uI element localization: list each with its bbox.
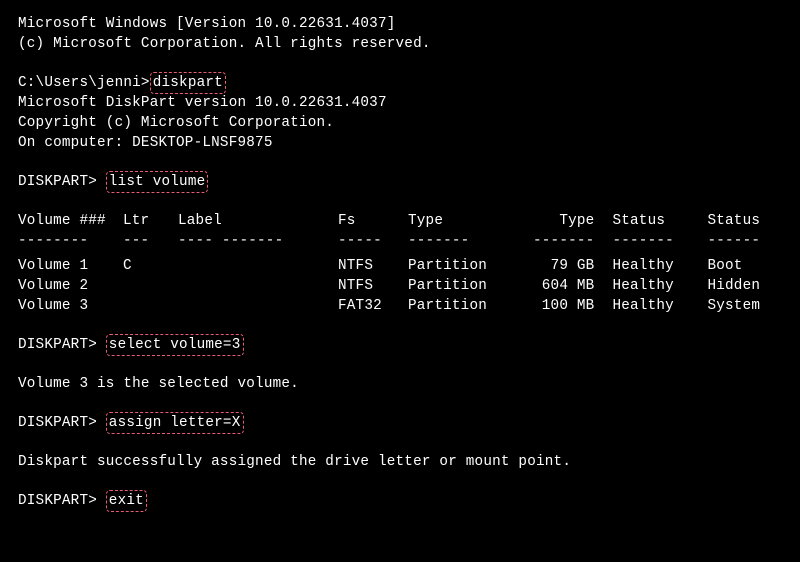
command-exit: exit <box>106 490 147 512</box>
diskpart-copyright: Copyright (c) Microsoft Corporation. <box>18 113 782 133</box>
prompt-assign-letter: DISKPART> assign letter=X <box>18 413 782 433</box>
col-volume: Volume ### <box>18 211 123 231</box>
table-row: Volume 1 C NTFS Partition 79 GB Healthy … <box>18 256 760 276</box>
cell-type1: Partition <box>408 256 533 276</box>
cell-label <box>178 276 338 296</box>
volume-table: Volume ### Ltr Label Fs Type Type Status… <box>18 211 760 316</box>
col-type1: Type <box>408 211 533 231</box>
prompt-prefix: DISKPART> <box>18 174 106 190</box>
cell-label <box>178 296 338 316</box>
command-select-volume: select volume=3 <box>106 334 244 356</box>
cell-ltr: C <box>123 256 178 276</box>
cell-status2: Hidden <box>707 276 760 296</box>
cell-fs: NTFS <box>338 256 408 276</box>
prompt-exit: DISKPART> exit <box>18 491 782 511</box>
col-label: Label <box>178 211 338 231</box>
cell-volume: Volume 1 <box>18 256 123 276</box>
prompt-list-volume: DISKPART> list volume <box>18 172 782 192</box>
prompt-select-volume: DISKPART> select volume=3 <box>18 335 782 355</box>
table-dash-row: -------- --- ---- ------- ----- ------- … <box>18 231 760 251</box>
col-fs: Fs <box>338 211 408 231</box>
prompt-prefix: C:\Users\jenni> <box>18 75 150 91</box>
cell-status2: Boot <box>707 256 760 276</box>
command-diskpart: diskpart <box>150 72 226 94</box>
col-type2: Type <box>533 211 612 231</box>
cell-status2: System <box>707 296 760 316</box>
table-row: Volume 3 FAT32 Partition 100 MB Healthy … <box>18 296 760 316</box>
header-line-2: (c) Microsoft Corporation. All rights re… <box>18 34 782 54</box>
diskpart-computer: On computer: DESKTOP-LNSF9875 <box>18 133 782 153</box>
cell-type2: 100 MB <box>533 296 612 316</box>
cell-volume: Volume 3 <box>18 296 123 316</box>
cell-label <box>178 256 338 276</box>
cell-ltr <box>123 296 178 316</box>
col-status2: Status <box>707 211 760 231</box>
cell-type2: 79 GB <box>533 256 612 276</box>
cell-status1: Healthy <box>612 256 707 276</box>
cell-type1: Partition <box>408 276 533 296</box>
response-select: Volume 3 is the selected volume. <box>18 374 782 394</box>
command-assign-letter: assign letter=X <box>106 412 244 434</box>
command-list-volume: list volume <box>106 171 209 193</box>
header-line-1: Microsoft Windows [Version 10.0.22631.40… <box>18 14 782 34</box>
cell-type2: 604 MB <box>533 276 612 296</box>
cell-status1: Healthy <box>612 276 707 296</box>
col-ltr: Ltr <box>123 211 178 231</box>
cell-fs: FAT32 <box>338 296 408 316</box>
prompt-prefix: DISKPART> <box>18 493 106 509</box>
diskpart-version: Microsoft DiskPart version 10.0.22631.40… <box>18 93 782 113</box>
cell-type1: Partition <box>408 296 533 316</box>
col-status1: Status <box>612 211 707 231</box>
cell-fs: NTFS <box>338 276 408 296</box>
prompt-prefix: DISKPART> <box>18 415 106 431</box>
cell-status1: Healthy <box>612 296 707 316</box>
table-row: Volume 2 NTFS Partition 604 MB Healthy H… <box>18 276 760 296</box>
response-assign: Diskpart successfully assigned the drive… <box>18 452 782 472</box>
cell-ltr <box>123 276 178 296</box>
table-header-row: Volume ### Ltr Label Fs Type Type Status… <box>18 211 760 231</box>
prompt-prefix: DISKPART> <box>18 337 106 353</box>
cell-volume: Volume 2 <box>18 276 123 296</box>
prompt-diskpart: C:\Users\jenni>diskpart <box>18 73 782 93</box>
